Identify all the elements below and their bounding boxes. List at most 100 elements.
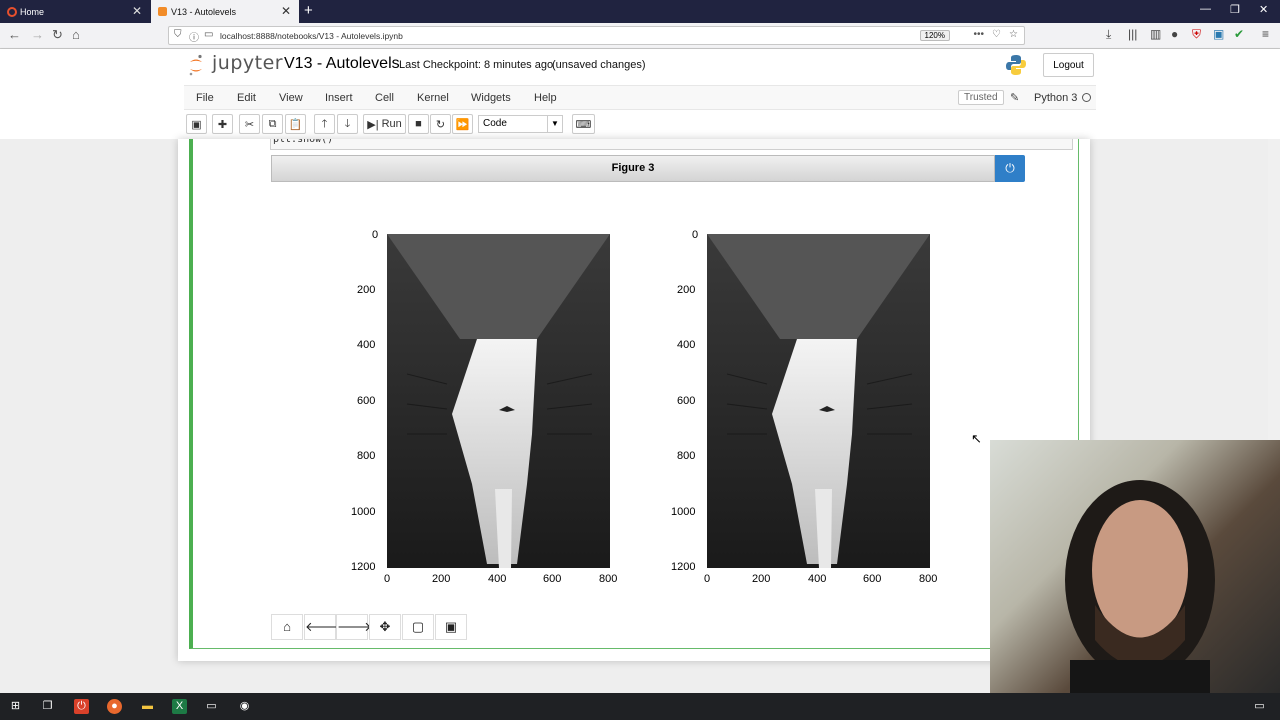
power-app-icon[interactable]: ⏻: [74, 699, 89, 714]
plus-icon: ✚: [217, 118, 228, 131]
stop-interaction-button[interactable]: ⏻: [995, 155, 1025, 182]
terminal-icon[interactable]: ▭: [204, 699, 219, 714]
account-icon[interactable]: ●: [1171, 27, 1178, 41]
arrow-right-icon: 🡒: [337, 619, 372, 634]
menu-insert[interactable]: Insert: [325, 92, 353, 104]
notebook-title[interactable]: V13 - Autolevels: [284, 55, 400, 73]
copy-button[interactable]: ⧉: [262, 114, 283, 134]
interrupt-button[interactable]: ■: [408, 114, 429, 134]
check-icon[interactable]: ✔: [1234, 27, 1244, 41]
extension-icon[interactable]: ▣: [1213, 27, 1224, 41]
notebook-toolbar: ▣ ✚ ✂ ⧉ 📋 🡑 🡓 ▶| Run ■ ↻ ⏩ Code ▼ ⌨: [184, 112, 1096, 136]
more-actions-icon[interactable]: •••: [973, 29, 984, 40]
info-icon[interactable]: ⓘ: [189, 29, 199, 44]
page-icon: ▭: [204, 29, 214, 40]
jupyter-logo-text[interactable]: jupyter: [212, 52, 283, 74]
menu-icon[interactable]: ≡: [1262, 27, 1269, 41]
file-explorer-icon[interactable]: ▬: [140, 699, 155, 714]
subplot-right-image[interactable]: [707, 234, 930, 568]
y-tick: 1200: [671, 561, 696, 573]
menu-bar: File Edit View Insert Cell Kernel Widget…: [184, 85, 1096, 110]
menu-kernel[interactable]: Kernel: [417, 92, 449, 104]
excel-icon[interactable]: X: [172, 699, 187, 714]
tab-home[interactable]: Home ✕: [0, 0, 150, 23]
menu-view[interactable]: View: [279, 92, 303, 104]
firefox-icon[interactable]: ●: [107, 699, 122, 714]
close-window-icon[interactable]: ✕: [1259, 3, 1268, 16]
menu-cell[interactable]: Cell: [375, 92, 394, 104]
x-tick: 0: [704, 573, 711, 585]
pencil-icon[interactable]: ✎: [1010, 91, 1019, 104]
x-tick: 200: [752, 573, 771, 585]
x-tick: 400: [488, 573, 507, 585]
forward-view-button[interactable]: 🡒: [336, 614, 372, 640]
shield-icon[interactable]: ⛉: [174, 29, 182, 40]
minimize-icon[interactable]: —: [1200, 3, 1211, 15]
restart-run-all-button[interactable]: ⏩: [452, 114, 473, 134]
run-label: Run: [381, 118, 402, 130]
arrow-left-icon: 🡐: [305, 619, 340, 634]
save-button[interactable]: ▣: [186, 114, 207, 134]
kernel-idle-icon: [1082, 93, 1091, 102]
paste-button[interactable]: 📋: [285, 114, 306, 134]
pocket-icon[interactable]: ♡: [992, 29, 1001, 40]
code-input[interactable]: plt.show(): [270, 139, 1073, 150]
download-figure-button[interactable]: ▣: [435, 614, 467, 640]
code-cell[interactable]: [189, 139, 1079, 649]
move-down-button[interactable]: 🡓: [337, 114, 358, 134]
close-icon[interactable]: ✕: [132, 4, 142, 18]
home-view-button[interactable]: ⌂: [271, 614, 303, 640]
square-icon: ▢: [411, 619, 425, 634]
keyboard-icon: ⌨: [575, 118, 592, 131]
reload-icon[interactable]: ↻: [52, 27, 63, 43]
download-icon[interactable]: ⤓: [1106, 27, 1111, 42]
close-icon[interactable]: ✕: [281, 4, 291, 18]
y-tick: 0: [372, 229, 379, 241]
move-up-button[interactable]: 🡑: [314, 114, 335, 134]
stop-icon: ■: [415, 118, 422, 130]
back-view-button[interactable]: 🡐: [304, 614, 340, 640]
run-button[interactable]: ▶| Run: [363, 114, 406, 134]
jupyter-logo-icon[interactable]: [188, 54, 204, 76]
copy-icon: ⧉: [268, 117, 277, 130]
command-palette-button[interactable]: ⌨: [572, 114, 595, 134]
ublock-icon[interactable]: ⛨: [1192, 27, 1201, 42]
forward-icon[interactable]: →: [31, 27, 44, 42]
cell-type-value: Code: [483, 118, 507, 129]
y-tick: 1000: [351, 506, 376, 518]
menu-edit[interactable]: Edit: [237, 92, 256, 104]
url-bar[interactable]: ⛉ ⓘ ▭ localhost:8888/notebooks/V13 - Aut…: [168, 26, 1025, 45]
sidebar-icon[interactable]: ▥: [1150, 27, 1161, 41]
trusted-indicator[interactable]: Trusted: [958, 90, 1004, 105]
restart-button[interactable]: ↻: [430, 114, 451, 134]
menu-help[interactable]: Help: [534, 92, 557, 104]
menu-widgets[interactable]: Widgets: [471, 92, 511, 104]
library-icon[interactable]: |||: [1128, 27, 1137, 41]
tab-autolevels[interactable]: V13 - Autolevels ✕: [151, 0, 299, 23]
restart-icon: ↻: [435, 118, 446, 131]
subplot-left-image[interactable]: [387, 234, 610, 568]
cut-button[interactable]: ✂: [239, 114, 260, 134]
home-icon[interactable]: ⌂: [72, 27, 80, 42]
notifications-icon[interactable]: ▭: [1252, 699, 1267, 714]
y-tick: 200: [677, 284, 696, 296]
task-view-icon[interactable]: ❐: [40, 699, 55, 714]
menu-file[interactable]: File: [196, 92, 214, 104]
logout-button[interactable]: Logout: [1043, 53, 1094, 77]
cell-type-select[interactable]: Code ▼: [478, 115, 563, 133]
new-tab-icon[interactable]: +: [304, 2, 313, 19]
restore-icon[interactable]: ❐: [1230, 3, 1240, 16]
autosave-status: (unsaved changes): [552, 59, 646, 71]
url-text[interactable]: localhost:8888/notebooks/V13 - Autolevel…: [220, 31, 403, 41]
zoom-badge[interactable]: 120%: [919, 30, 950, 41]
windows-start-icon[interactable]: ⊞: [8, 699, 23, 714]
mouse-cursor-icon: ↖: [971, 431, 982, 446]
bookmark-star-icon[interactable]: ☆: [1009, 29, 1018, 40]
jupyter-favicon-icon: [7, 7, 17, 17]
zoom-rect-button[interactable]: ▢: [402, 614, 434, 640]
python-logo-icon: [1006, 55, 1026, 75]
insert-cell-button[interactable]: ✚: [212, 114, 233, 134]
pan-button[interactable]: ✥: [369, 614, 401, 640]
obs-icon[interactable]: ◉: [237, 699, 252, 714]
back-icon[interactable]: ←: [8, 27, 21, 42]
